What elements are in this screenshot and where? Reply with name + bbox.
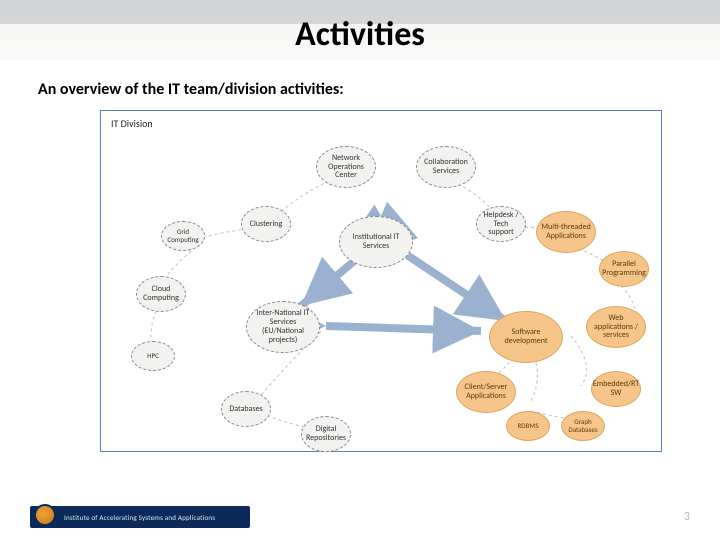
node-label: Cloud Computing bbox=[141, 285, 181, 303]
node-grid: Grid Computing bbox=[161, 221, 205, 251]
node-cliserv: Client/Server Applications bbox=[456, 371, 516, 413]
node-label: Institutional IT Services bbox=[344, 233, 408, 251]
node-swdev: Software development bbox=[489, 311, 563, 363]
node-label: Grid Computing bbox=[166, 228, 200, 243]
node-clustering: Clustering bbox=[241, 206, 291, 242]
node-label: Helpdesk / Tech support bbox=[481, 211, 521, 237]
page-subtitle: An overview of the IT team/division acti… bbox=[38, 80, 344, 99]
page-number: 3 bbox=[684, 510, 690, 524]
page-title: Activities bbox=[0, 14, 720, 55]
node-databases: Databases bbox=[221, 391, 271, 427]
node-helpdesk: Helpdesk / Tech support bbox=[476, 206, 526, 242]
diagram-connectors bbox=[101, 111, 661, 451]
institute-logo-icon bbox=[34, 504, 56, 526]
node-label: Clustering bbox=[250, 220, 283, 229]
node-label: Databases bbox=[229, 405, 262, 414]
node-collab: Collaboration Services bbox=[416, 146, 476, 188]
activities-diagram: IT Division bbox=[100, 110, 662, 452]
node-noc: Network Operations Center bbox=[316, 146, 376, 188]
node-label: Parallel Programming bbox=[602, 260, 646, 278]
node-digrepo: Digital Repositories bbox=[301, 416, 351, 452]
node-label: Software development bbox=[494, 328, 558, 346]
node-graphdb: Graph Databases bbox=[561, 411, 605, 441]
node-label: Digital Repositories bbox=[306, 425, 346, 443]
footer-institute: Institute of Accelerating Systems and Ap… bbox=[64, 513, 215, 522]
node-label: HPC bbox=[147, 352, 159, 360]
node-parallel: Parallel Programming bbox=[599, 251, 649, 287]
node-label: Web applications / services bbox=[591, 314, 641, 340]
node-rdbms: RDBMS bbox=[506, 411, 550, 441]
node-label: RDBMS bbox=[517, 422, 538, 430]
node-hpc: HPC bbox=[131, 341, 175, 371]
footer-bar: Institute of Accelerating Systems and Ap… bbox=[30, 506, 250, 528]
node-inst: Institutional IT Services bbox=[339, 216, 413, 268]
node-cloud: Cloud Computing bbox=[136, 276, 186, 312]
node-embedded: Embedded/RT SW bbox=[591, 371, 641, 407]
node-label: Graph Databases bbox=[566, 418, 600, 433]
node-label: Network Operations Center bbox=[321, 154, 371, 180]
node-label: Multi-threaded Applications bbox=[541, 223, 591, 241]
node-label: Embedded/RT SW bbox=[593, 380, 639, 398]
node-label: Inter-National IT Services (EU/National … bbox=[251, 309, 315, 344]
node-webapp: Web applications / services bbox=[586, 306, 646, 348]
division-label: IT Division bbox=[111, 117, 153, 130]
node-inter: Inter-National IT Services (EU/National … bbox=[246, 301, 320, 353]
node-label: Collaboration Services bbox=[421, 158, 471, 176]
node-label: Client/Server Applications bbox=[461, 383, 511, 401]
node-multi: Multi-threaded Applications bbox=[536, 211, 596, 253]
footer: Institute of Accelerating Systems and Ap… bbox=[0, 496, 720, 528]
